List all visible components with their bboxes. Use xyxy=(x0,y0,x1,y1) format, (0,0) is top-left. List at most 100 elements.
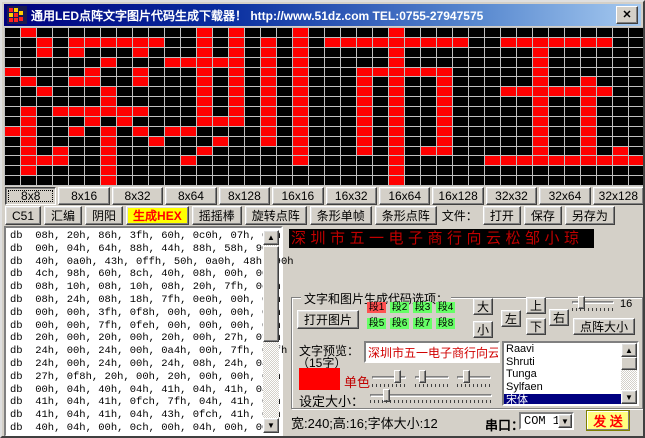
led-cell[interactable] xyxy=(261,58,276,67)
led-cell[interactable] xyxy=(581,38,596,47)
led-cell[interactable] xyxy=(341,38,356,47)
led-cell[interactable] xyxy=(117,68,132,77)
matrix-size-button[interactable]: 8x8 xyxy=(5,187,56,205)
led-cell[interactable] xyxy=(469,166,484,175)
led-cell[interactable] xyxy=(357,127,372,136)
led-cell[interactable] xyxy=(421,58,436,67)
segment-label[interactable]: 段6 xyxy=(390,318,409,329)
preview-text-input[interactable]: 深圳市五一电子商行向云松邹小琼 xyxy=(364,341,500,363)
led-cell[interactable] xyxy=(101,28,116,37)
led-cell[interactable] xyxy=(373,58,388,67)
led-cell[interactable] xyxy=(437,77,452,86)
led-cell[interactable] xyxy=(469,58,484,67)
led-cell[interactable] xyxy=(613,48,628,57)
led-cell[interactable] xyxy=(325,166,340,175)
led-cell[interactable] xyxy=(549,77,564,86)
led-cell[interactable] xyxy=(181,87,196,96)
led-cell[interactable] xyxy=(565,156,580,165)
led-cell[interactable] xyxy=(213,166,228,175)
open-file-button[interactable]: 打开 xyxy=(483,206,521,225)
led-cell[interactable] xyxy=(469,176,484,185)
led-cell[interactable] xyxy=(149,58,164,67)
led-cell[interactable] xyxy=(517,147,532,156)
led-cell[interactable] xyxy=(53,68,68,77)
led-cell[interactable] xyxy=(517,97,532,106)
led-cell[interactable] xyxy=(21,77,36,86)
led-cell[interactable] xyxy=(37,147,52,156)
led-cell[interactable] xyxy=(293,68,308,77)
led-cell[interactable] xyxy=(5,166,20,175)
led-cell[interactable] xyxy=(549,97,564,106)
led-cell[interactable] xyxy=(469,38,484,47)
led-cell[interactable] xyxy=(469,107,484,116)
led-cell[interactable] xyxy=(597,87,612,96)
led-cell[interactable] xyxy=(485,166,500,175)
led-cell[interactable] xyxy=(517,58,532,67)
led-cell[interactable] xyxy=(469,117,484,126)
led-cell[interactable] xyxy=(37,137,52,146)
led-cell[interactable] xyxy=(149,48,164,57)
led-cell[interactable] xyxy=(245,77,260,86)
led-cell[interactable] xyxy=(245,127,260,136)
led-cell[interactable] xyxy=(5,28,20,37)
led-cell[interactable] xyxy=(21,137,36,146)
led-cell[interactable] xyxy=(309,28,324,37)
led-cell[interactable] xyxy=(341,137,356,146)
font-list-item[interactable]: Shruti xyxy=(504,356,621,369)
led-cell[interactable] xyxy=(549,107,564,116)
toolbar-button[interactable]: 摇摇棒 xyxy=(192,206,242,225)
led-cell[interactable] xyxy=(53,147,68,156)
led-cell[interactable] xyxy=(261,176,276,185)
led-cell[interactable] xyxy=(405,127,420,136)
led-cell[interactable] xyxy=(197,97,212,106)
led-cell[interactable] xyxy=(85,28,100,37)
led-cell[interactable] xyxy=(421,137,436,146)
led-cell[interactable] xyxy=(277,117,292,126)
led-cell[interactable] xyxy=(373,127,388,136)
led-cell[interactable] xyxy=(373,38,388,47)
led-cell[interactable] xyxy=(309,166,324,175)
led-cell[interactable] xyxy=(85,166,100,175)
dropdown-icon[interactable]: ▼ xyxy=(558,414,572,428)
led-cell[interactable] xyxy=(453,28,468,37)
led-cell[interactable] xyxy=(437,58,452,67)
led-cell[interactable] xyxy=(213,127,228,136)
led-cell[interactable] xyxy=(485,127,500,136)
led-cell[interactable] xyxy=(549,176,564,185)
send-button[interactable]: 发 送 xyxy=(586,410,630,431)
led-cell[interactable] xyxy=(309,117,324,126)
led-cell[interactable] xyxy=(197,166,212,175)
led-cell[interactable] xyxy=(133,156,148,165)
led-cell[interactable] xyxy=(5,68,20,77)
led-cell[interactable] xyxy=(389,97,404,106)
matrix-size-button[interactable]: 32x32 xyxy=(486,187,537,205)
led-cell[interactable] xyxy=(389,147,404,156)
led-cell[interactable] xyxy=(229,58,244,67)
led-cell[interactable] xyxy=(261,28,276,37)
led-cell[interactable] xyxy=(197,156,212,165)
scroll-down-icon[interactable]: ▼ xyxy=(263,418,279,433)
led-cell[interactable] xyxy=(149,97,164,106)
led-cell[interactable] xyxy=(341,127,356,136)
bigger-button[interactable]: 大 xyxy=(473,298,493,315)
led-cell[interactable] xyxy=(69,176,84,185)
led-cell[interactable] xyxy=(533,68,548,77)
led-cell[interactable] xyxy=(517,68,532,77)
led-cell[interactable] xyxy=(293,147,308,156)
led-cell[interactable] xyxy=(181,58,196,67)
led-cell[interactable] xyxy=(85,117,100,126)
led-cell[interactable] xyxy=(437,28,452,37)
led-cell[interactable] xyxy=(389,176,404,185)
led-cell[interactable] xyxy=(309,97,324,106)
led-cell[interactable] xyxy=(629,38,644,47)
led-cell[interactable] xyxy=(21,107,36,116)
led-cell[interactable] xyxy=(165,77,180,86)
led-cell[interactable] xyxy=(53,176,68,185)
led-cell[interactable] xyxy=(597,68,612,77)
led-cell[interactable] xyxy=(277,87,292,96)
led-cell[interactable] xyxy=(389,137,404,146)
led-cell[interactable] xyxy=(405,117,420,126)
led-cell[interactable] xyxy=(517,38,532,47)
led-cell[interactable] xyxy=(501,107,516,116)
led-cell[interactable] xyxy=(597,156,612,165)
